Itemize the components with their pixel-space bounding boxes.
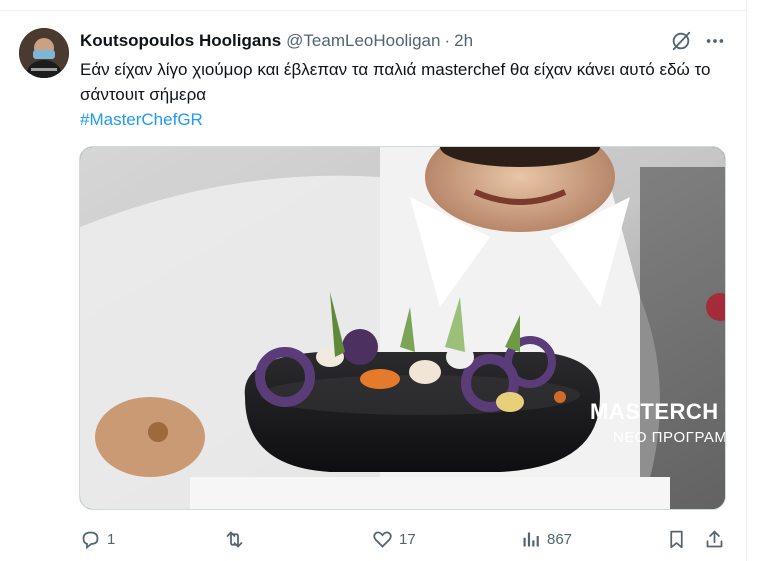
more-icon[interactable]	[704, 30, 726, 52]
share-button[interactable]	[704, 527, 725, 551]
media-caption-title: MASTERCH	[590, 399, 719, 424]
like-button[interactable]: 17	[372, 527, 416, 551]
like-count: 17	[399, 530, 416, 548]
media-caption-subtitle: ΝΕΟ ΠΡΟΓΡΑΜ	[613, 429, 726, 446]
reply-count: 1	[107, 530, 116, 548]
reply-button[interactable]: 1	[80, 527, 115, 551]
bookmark-button[interactable]	[666, 527, 687, 551]
display-name[interactable]: Koutsopoulos Hooligans	[80, 31, 281, 51]
view-count: 867	[547, 530, 573, 548]
hashtag-link[interactable]: #MasterChefGR	[80, 107, 203, 132]
divider	[0, 10, 746, 11]
user-handle[interactable]: @TeamLeoHooligan	[286, 31, 440, 51]
reply-icon	[82, 531, 99, 549]
views-button[interactable]: 867	[520, 527, 572, 551]
timestamp[interactable]: 2h	[454, 31, 473, 51]
share-icon	[706, 530, 723, 547]
repost-button[interactable]	[224, 527, 251, 551]
repost-icon	[226, 531, 243, 547]
separator-dot: ·	[444, 31, 451, 50]
avatar[interactable]	[19, 28, 69, 78]
views-icon	[523, 532, 539, 546]
grok-icon[interactable]	[670, 30, 692, 52]
bookmark-icon	[670, 530, 683, 548]
heart-icon	[373, 531, 392, 548]
tweet-header: Koutsopoulos Hooligans @TeamLeoHooligan …	[80, 30, 473, 52]
tweet-text: Εάν είχαν λίγο χιούμορ και έβλεπαν τα πα…	[80, 60, 711, 104]
column-border	[746, 0, 747, 561]
tweet-media[interactable]: MASTERCH ΝΕΟ ΠΡΟΓΡΑΜ	[79, 146, 726, 510]
action-bar: 1 17 867	[80, 527, 730, 551]
